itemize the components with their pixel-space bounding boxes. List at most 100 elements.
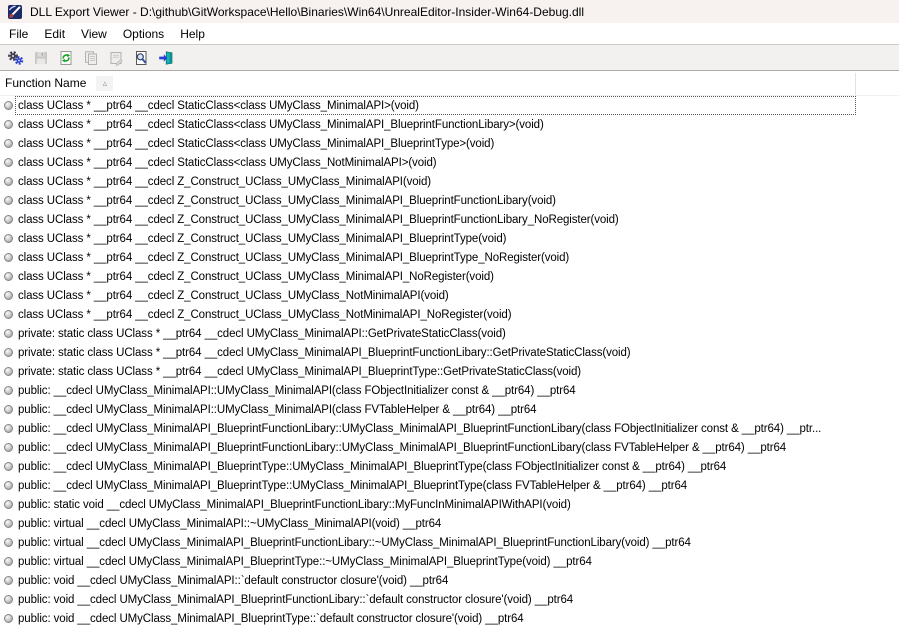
list-item[interactable]: public: void __cdecl UMyClass_MinimalAPI… <box>0 590 899 609</box>
list-item[interactable]: private: static class UClass * __ptr64 _… <box>0 324 899 343</box>
function-name-label: class UClass * __ptr64 __cdecl StaticCla… <box>18 138 494 150</box>
exported-function-icon <box>4 481 13 490</box>
list-item[interactable]: class UClass * __ptr64 __cdecl Z_Constru… <box>0 305 899 324</box>
exported-function-icon <box>4 158 13 167</box>
exported-function-icon <box>4 196 13 205</box>
list-item[interactable]: private: static class UClass * __ptr64 _… <box>0 343 899 362</box>
function-name-label: class UClass * __ptr64 __cdecl Z_Constru… <box>18 176 431 188</box>
save-button[interactable] <box>28 46 53 70</box>
list-item[interactable]: public: __cdecl UMyClass_MinimalAPI::UMy… <box>0 381 899 400</box>
function-name-label: class UClass * __ptr64 __cdecl Z_Constru… <box>18 309 511 321</box>
exit-icon <box>158 50 174 66</box>
function-name-label: private: static class UClass * __ptr64 _… <box>18 347 631 359</box>
exported-function-icon <box>4 614 13 623</box>
exported-function-icon <box>4 348 13 357</box>
exported-function-icon <box>4 424 13 433</box>
list-item[interactable]: public: virtual __cdecl UMyClass_Minimal… <box>0 533 899 552</box>
list-item[interactable]: public: virtual __cdecl UMyClass_Minimal… <box>0 552 899 571</box>
exported-function-icon <box>4 139 13 148</box>
function-list: class UClass * __ptr64 __cdecl StaticCla… <box>0 96 899 628</box>
exported-function-icon <box>4 367 13 376</box>
properties-icon <box>108 50 124 66</box>
item-properties-button[interactable] <box>103 46 128 70</box>
list-item[interactable]: class UClass * __ptr64 __cdecl StaticCla… <box>0 115 899 134</box>
function-name-label: public: __cdecl UMyClass_MinimalAPI_Blue… <box>18 423 821 435</box>
menu-item-file[interactable]: File <box>1 23 36 44</box>
exported-function-icon <box>4 519 13 528</box>
exported-function-icon <box>4 272 13 281</box>
exported-function-icon <box>4 310 13 319</box>
exported-function-icon <box>4 557 13 566</box>
list-item[interactable]: class UClass * __ptr64 __cdecl Z_Constru… <box>0 191 899 210</box>
list-item[interactable]: class UClass * __ptr64 __cdecl StaticCla… <box>0 134 899 153</box>
function-name-label: public: virtual __cdecl UMyClass_Minimal… <box>18 518 441 530</box>
function-name-label: class UClass * __ptr64 __cdecl Z_Constru… <box>18 233 506 245</box>
menu-item-view[interactable]: View <box>73 23 115 44</box>
exported-function-icon <box>4 405 13 414</box>
list-item[interactable]: class UClass * __ptr64 __cdecl Z_Constru… <box>0 267 899 286</box>
toolbar <box>0 44 899 71</box>
list-item[interactable]: public: __cdecl UMyClass_MinimalAPI_Blue… <box>0 457 899 476</box>
list-item[interactable]: public: __cdecl UMyClass_MinimalAPI_Blue… <box>0 419 899 438</box>
list-item[interactable]: class UClass * __ptr64 __cdecl Z_Constru… <box>0 172 899 191</box>
list-item[interactable]: public: __cdecl UMyClass_MinimalAPI_Blue… <box>0 438 899 457</box>
refresh-button[interactable] <box>53 46 78 70</box>
function-name-label: class UClass * __ptr64 __cdecl Z_Constru… <box>18 252 569 264</box>
menu-item-help[interactable]: Help <box>172 23 213 44</box>
exported-function-icon <box>4 291 13 300</box>
menu-item-edit[interactable]: Edit <box>36 23 73 44</box>
list-item[interactable]: class UClass * __ptr64 __cdecl Z_Constru… <box>0 286 899 305</box>
exported-function-icon <box>4 386 13 395</box>
function-name-label: public: void __cdecl UMyClass_MinimalAPI… <box>18 613 524 625</box>
exported-function-icon <box>4 177 13 186</box>
list-item[interactable]: class UClass * __ptr64 __cdecl Z_Constru… <box>0 229 899 248</box>
list-item[interactable]: public: static void __cdecl UMyClass_Min… <box>0 495 899 514</box>
function-name-label: class UClass * __ptr64 __cdecl Z_Constru… <box>18 290 449 302</box>
menubar: FileEditViewOptionsHelp <box>0 23 899 44</box>
exported-function-icon <box>4 234 13 243</box>
function-name-label: class UClass * __ptr64 __cdecl StaticCla… <box>18 100 419 112</box>
exit-button[interactable] <box>153 46 178 70</box>
list-item[interactable]: public: void __cdecl UMyClass_MinimalAPI… <box>0 571 899 590</box>
function-name-label: private: static class UClass * __ptr64 _… <box>18 366 581 378</box>
function-name-label: class UClass * __ptr64 __cdecl Z_Constru… <box>18 195 556 207</box>
list-item[interactable]: public: void __cdecl UMyClass_MinimalAPI… <box>0 609 899 628</box>
column-header-function-name[interactable]: Function Name <box>0 76 86 90</box>
column-divider[interactable] <box>855 73 856 95</box>
function-name-label: private: static class UClass * __ptr64 _… <box>18 328 506 340</box>
list-item[interactable]: class UClass * __ptr64 __cdecl Z_Constru… <box>0 248 899 267</box>
function-name-label: class UClass * __ptr64 __cdecl StaticCla… <box>18 119 544 131</box>
function-name-label: public: __cdecl UMyClass_MinimalAPI::UMy… <box>18 385 576 397</box>
list-item[interactable]: public: __cdecl UMyClass_MinimalAPI_Blue… <box>0 476 899 495</box>
exported-function-icon <box>4 443 13 452</box>
list-item[interactable]: class UClass * __ptr64 __cdecl StaticCla… <box>0 96 899 115</box>
refresh-icon <box>58 50 74 66</box>
exported-function-icon <box>4 253 13 262</box>
function-name-label: public: __cdecl UMyClass_MinimalAPI_Blue… <box>18 461 726 473</box>
find-button[interactable] <box>128 46 153 70</box>
menu-item-options[interactable]: Options <box>115 23 172 44</box>
exported-function-icon <box>4 595 13 604</box>
function-name-label: class UClass * __ptr64 __cdecl Z_Constru… <box>18 214 619 226</box>
exported-function-icon <box>4 576 13 585</box>
exported-function-icon <box>4 215 13 224</box>
exported-function-icon <box>4 329 13 338</box>
list-item[interactable]: public: virtual __cdecl UMyClass_Minimal… <box>0 514 899 533</box>
app-icon <box>7 4 23 20</box>
copy-icon <box>83 50 99 66</box>
exported-function-icon <box>4 538 13 547</box>
window-title: DLL Export Viewer - D:\github\GitWorkspa… <box>30 5 584 19</box>
list-item[interactable]: public: __cdecl UMyClass_MinimalAPI::UMy… <box>0 400 899 419</box>
copy-button[interactable] <box>78 46 103 70</box>
function-name-label: class UClass * __ptr64 __cdecl StaticCla… <box>18 157 437 169</box>
function-name-label: public: __cdecl UMyClass_MinimalAPI::UMy… <box>18 404 536 416</box>
properties-gears-button[interactable] <box>3 46 28 70</box>
save-icon <box>33 50 49 66</box>
list-item[interactable]: class UClass * __ptr64 __cdecl StaticCla… <box>0 153 899 172</box>
list-item[interactable]: private: static class UClass * __ptr64 _… <box>0 362 899 381</box>
sort-ascending-icon[interactable]: ▵ <box>96 76 113 91</box>
exported-function-icon <box>4 500 13 509</box>
exported-function-icon <box>4 120 13 129</box>
list-item[interactable]: class UClass * __ptr64 __cdecl Z_Constru… <box>0 210 899 229</box>
function-name-label: class UClass * __ptr64 __cdecl Z_Constru… <box>18 271 494 283</box>
